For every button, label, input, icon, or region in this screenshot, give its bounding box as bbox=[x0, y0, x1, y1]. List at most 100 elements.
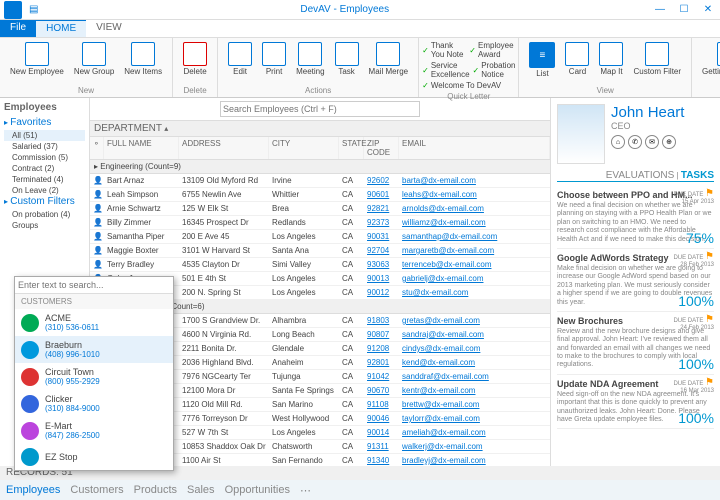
nav-customers[interactable]: Customers bbox=[70, 484, 123, 496]
nav-more[interactable]: ⋯ bbox=[300, 484, 311, 497]
view-list-button[interactable]: ≡List bbox=[525, 40, 559, 80]
popup-header: CUSTOMERS bbox=[15, 294, 173, 309]
sidebar-item[interactable]: Contract (2) bbox=[4, 163, 85, 174]
custom-filter-button[interactable]: Custom Filter bbox=[629, 40, 685, 80]
meeting-button[interactable]: Meeting bbox=[292, 40, 328, 78]
mail-icon[interactable]: ✉ bbox=[645, 135, 659, 149]
col-icon[interactable]: ⚬ bbox=[90, 137, 104, 159]
customer-logo-icon bbox=[21, 448, 39, 466]
ql-welcome[interactable]: Welcome To DevAV bbox=[422, 81, 501, 90]
person-icon: 👤 bbox=[90, 216, 104, 229]
nav-products[interactable]: Products bbox=[134, 484, 177, 496]
flag-icon: ⚑ bbox=[705, 377, 714, 388]
flag-icon: ⚑ bbox=[705, 188, 714, 199]
print-button[interactable]: Print bbox=[258, 40, 290, 78]
qat-new-icon[interactable]: ▤ bbox=[29, 4, 38, 15]
customer-logo-icon bbox=[21, 314, 39, 332]
profile-name: John Heart bbox=[611, 104, 684, 121]
ql-service[interactable]: Service Excellence bbox=[422, 61, 469, 79]
sidebar-item[interactable]: Terminated (4) bbox=[4, 174, 85, 185]
flag-icon: ⚑ bbox=[705, 314, 714, 325]
meet-icon[interactable]: ⊕ bbox=[662, 135, 676, 149]
customer-row[interactable]: Circuit Town(800) 955-2929 bbox=[15, 363, 173, 390]
tab-tasks[interactable]: TASKS bbox=[681, 170, 714, 181]
col-email[interactable]: EMAIL bbox=[399, 137, 550, 159]
app-icon bbox=[4, 1, 22, 19]
table-row[interactable]: 👤Bart Arnaz13109 Old Myford RdIrvineCA92… bbox=[90, 174, 550, 188]
person-icon: 👤 bbox=[90, 174, 104, 187]
customer-row[interactable]: Braeburn(408) 996-1010 bbox=[15, 336, 173, 363]
customer-row[interactable]: ACME(310) 536-0611 bbox=[15, 309, 173, 336]
new-group-button[interactable]: New Group bbox=[70, 40, 118, 78]
person-icon: 👤 bbox=[90, 188, 104, 201]
minimize-icon[interactable]: — bbox=[648, 4, 672, 15]
search-input[interactable] bbox=[220, 101, 420, 117]
customer-logo-icon bbox=[21, 368, 39, 386]
nav-sales[interactable]: Sales bbox=[187, 484, 215, 496]
profile-title: CEO bbox=[611, 121, 684, 131]
sidebar-title: Employees bbox=[4, 102, 85, 113]
sidebar-item[interactable]: Salaried (37) bbox=[4, 141, 85, 152]
group-header[interactable]: ▸ Engineering (Count=9) bbox=[90, 160, 550, 174]
new-items-button[interactable]: New Items bbox=[120, 40, 166, 78]
col-name[interactable]: FULL NAME bbox=[104, 137, 179, 159]
task-button[interactable]: Task bbox=[331, 40, 363, 78]
table-row[interactable]: 👤Billy Zimmer16345 Prospect DrRedlandsCA… bbox=[90, 216, 550, 230]
tab-file[interactable]: File bbox=[0, 20, 36, 37]
close-icon[interactable]: ✕ bbox=[696, 4, 720, 15]
delete-button[interactable]: Delete bbox=[179, 40, 211, 78]
edit-button[interactable]: Edit bbox=[224, 40, 256, 78]
task-card[interactable]: DUE DATE ⚑28 Feb 2013Google AdWords Stra… bbox=[557, 249, 714, 312]
ql-probation[interactable]: Probation Notice bbox=[473, 61, 516, 79]
sidebar-item-probation[interactable]: On probation (4) bbox=[4, 209, 85, 220]
customer-logo-icon bbox=[21, 341, 39, 359]
table-row[interactable]: 👤Samantha Piper200 E Ave 45Los AngelesCA… bbox=[90, 230, 550, 244]
tab-view[interactable]: VIEW bbox=[86, 20, 132, 37]
group-by-dept[interactable]: DEPARTMENT bbox=[94, 123, 162, 134]
col-zip[interactable]: ZIP CODE bbox=[364, 137, 399, 159]
col-addr[interactable]: ADDRESS bbox=[179, 137, 269, 159]
person-icon: 👤 bbox=[90, 258, 104, 271]
customer-popup: CUSTOMERS ACME(310) 536-0611Braeburn(408… bbox=[14, 276, 174, 471]
task-card[interactable]: DUE DATE ⚑15 Apr 2013Choose between PPO … bbox=[557, 186, 714, 249]
popup-search-input[interactable] bbox=[15, 277, 173, 294]
getting-started-button[interactable]: Getting Started bbox=[698, 40, 720, 78]
tab-home[interactable]: HOME bbox=[36, 20, 86, 37]
customer-logo-icon bbox=[21, 422, 39, 440]
person-icon: 👤 bbox=[90, 244, 104, 257]
task-card[interactable]: DUE DATE ⚑24 Feb 2013New BrochuresReview… bbox=[557, 312, 714, 375]
maximize-icon[interactable]: ☐ bbox=[672, 4, 696, 15]
customer-row[interactable]: EZ Stop bbox=[15, 444, 173, 470]
table-row[interactable]: 👤Leah Simpson6755 Newlin AveWhittierCA90… bbox=[90, 188, 550, 202]
mail-merge-button[interactable]: Mail Merge bbox=[365, 40, 413, 78]
custom-filters-header[interactable]: ▸ Custom Filters bbox=[4, 196, 85, 207]
favorites-header[interactable]: ▸ Favorites bbox=[4, 117, 85, 128]
avatar bbox=[557, 104, 605, 164]
customer-row[interactable]: Clicker(310) 884-9000 bbox=[15, 390, 173, 417]
ql-award[interactable]: Employee Award bbox=[469, 41, 515, 59]
customer-logo-icon bbox=[21, 395, 39, 413]
customer-row[interactable]: E-Mart(847) 286-2500 bbox=[15, 417, 173, 444]
tab-evaluations[interactable]: EVALUATIONS bbox=[606, 170, 675, 181]
home-icon[interactable]: ⌂ bbox=[611, 135, 625, 149]
map-it-button[interactable]: Map It bbox=[595, 40, 627, 80]
person-icon: 👤 bbox=[90, 202, 104, 215]
person-icon: 👤 bbox=[90, 230, 104, 243]
view-card-button[interactable]: Card bbox=[561, 40, 593, 80]
phone-icon[interactable]: ✆ bbox=[628, 135, 642, 149]
flag-icon: ⚑ bbox=[705, 251, 714, 262]
sidebar-item[interactable]: On Leave (2) bbox=[4, 185, 85, 196]
task-card[interactable]: DUE DATE ⚑16 Mar 2013Update NDA Agreemen… bbox=[557, 375, 714, 430]
nav-opportunities[interactable]: Opportunities bbox=[225, 484, 290, 496]
sidebar-item[interactable]: All (51) bbox=[4, 130, 85, 141]
col-city[interactable]: CITY bbox=[269, 137, 339, 159]
nav-employees[interactable]: Employees bbox=[6, 484, 60, 496]
sidebar-item-groups[interactable]: Groups bbox=[4, 220, 85, 231]
table-row[interactable]: 👤Terry Bradley4535 Clayton DrSimi Valley… bbox=[90, 258, 550, 272]
new-employee-button[interactable]: New Employee bbox=[6, 40, 68, 78]
col-state[interactable]: STATE bbox=[339, 137, 364, 159]
table-row[interactable]: 👤Maggie Boxter3101 W Harvard StSanta Ana… bbox=[90, 244, 550, 258]
sidebar-item[interactable]: Commission (5) bbox=[4, 152, 85, 163]
table-row[interactable]: 👤Arnie Schwartz125 W Elk StBreaCA92821ar… bbox=[90, 202, 550, 216]
ql-thank-you[interactable]: Thank You Note bbox=[422, 41, 466, 59]
